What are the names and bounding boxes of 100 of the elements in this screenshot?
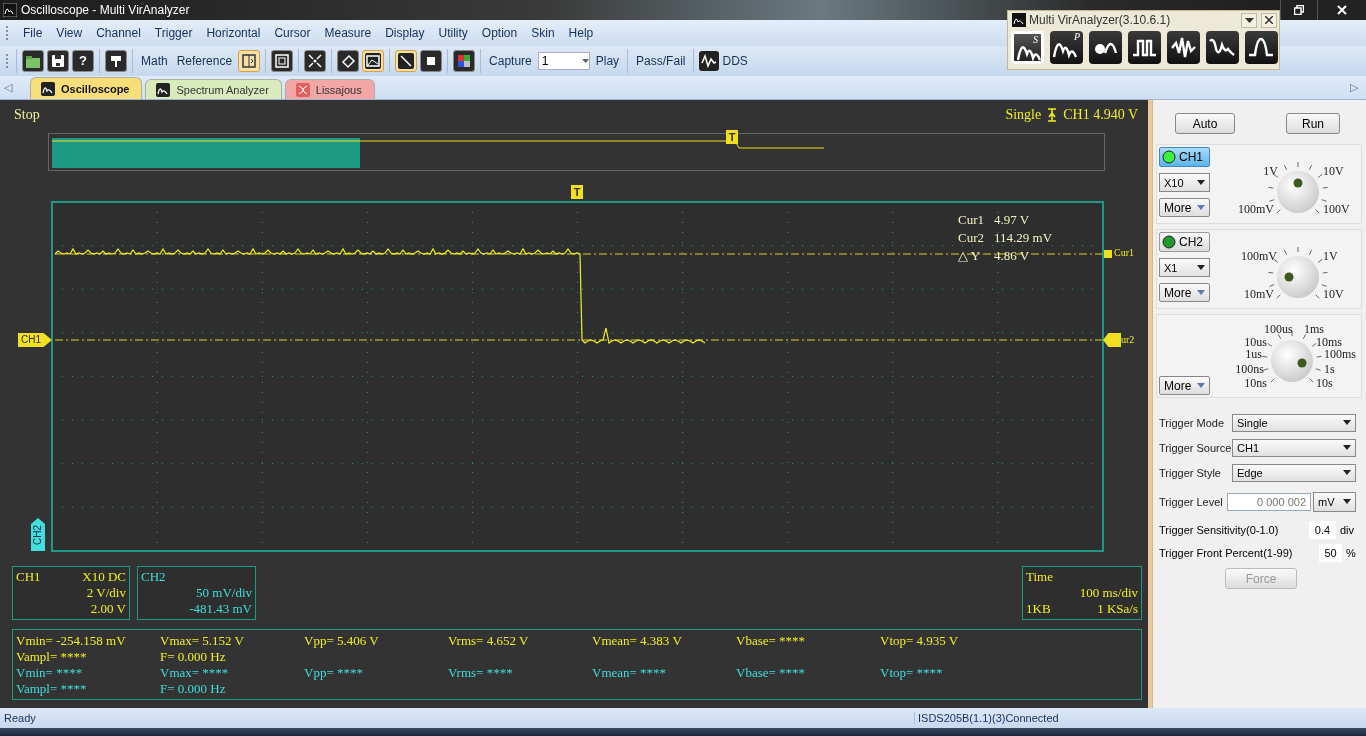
menu-item[interactable]: File xyxy=(16,26,50,40)
restore-button[interactable] xyxy=(1280,0,1317,20)
toolbar-label: Capture xyxy=(488,54,533,68)
decay-wave-icon[interactable] xyxy=(1206,31,1239,64)
more-button[interactable]: More xyxy=(1159,376,1210,395)
measurement-value: Vbase= **** xyxy=(736,633,807,649)
ch1-marker[interactable]: CH1 xyxy=(18,333,52,347)
field-label: Trigger Sensitivity(0-1.0) xyxy=(1159,523,1280,536)
help-icon[interactable]: ? xyxy=(72,50,94,72)
lissajous-icon xyxy=(295,82,310,97)
menu-item[interactable]: Help xyxy=(561,26,601,40)
pulse-icon[interactable] xyxy=(1245,31,1278,64)
cursor-line[interactable] xyxy=(54,339,1103,341)
burst-wave-icon[interactable] xyxy=(1167,31,1200,64)
cursor-label: ur2 xyxy=(1121,333,1135,347)
cursor-line[interactable] xyxy=(54,253,1103,255)
dial-label: 100ms xyxy=(1324,348,1356,361)
panel-value: 2.00 V xyxy=(90,601,126,617)
more-button[interactable]: More xyxy=(1159,198,1210,217)
run-button[interactable]: Run xyxy=(1286,113,1340,134)
more-button[interactable]: More xyxy=(1159,283,1210,302)
measurement-value: Vrms= 4.652 V xyxy=(448,633,530,649)
frame-icon[interactable] xyxy=(271,50,294,72)
tag-icon[interactable] xyxy=(337,50,360,72)
line-icon[interactable] xyxy=(395,50,418,72)
trigger-source-select[interactable]: CH1 xyxy=(1232,438,1356,457)
split-panel-icon[interactable] xyxy=(238,50,261,72)
menu-item[interactable]: Display xyxy=(378,26,432,40)
unit-select[interactable]: mV xyxy=(1313,491,1356,512)
front-percent-field[interactable]: 50 xyxy=(1319,543,1342,562)
arrows-in-icon[interactable] xyxy=(304,50,327,72)
menu-item[interactable]: Option xyxy=(474,26,525,40)
hammer-icon[interactable] xyxy=(105,50,127,72)
dial-label: 10s xyxy=(1316,377,1333,390)
caret-icon xyxy=(1343,499,1351,504)
field-label: Trigger Level xyxy=(1159,495,1224,508)
field-label: Trigger Mode xyxy=(1159,416,1225,429)
menu-item[interactable]: Utility xyxy=(431,26,475,40)
measurement-value: Vmin= **** xyxy=(16,665,84,681)
close-button[interactable] xyxy=(1261,12,1277,28)
probe-select[interactable]: X10 xyxy=(1159,173,1210,192)
scroll-left-button[interactable]: ◁ xyxy=(4,81,30,94)
ch2-marker[interactable]: CH2 xyxy=(31,518,45,551)
menu-item[interactable]: View xyxy=(49,26,90,40)
square-wave-icon[interactable] xyxy=(1128,31,1161,64)
tab[interactable]: Lissajous xyxy=(284,79,375,99)
cursor-handle[interactable] xyxy=(1104,250,1112,258)
window-title: Multi VirAnalyzer(3.10.6.1) xyxy=(1029,13,1171,27)
caret-icon xyxy=(1197,265,1205,270)
channel-button[interactable]: CH1 xyxy=(1159,147,1210,167)
sensitivity-field[interactable]: 0.4 xyxy=(1309,520,1336,539)
tab[interactable]: Spectrum Analyzer xyxy=(145,79,282,99)
dds-button[interactable]: DDS xyxy=(699,51,748,71)
field-label: Trigger Style xyxy=(1159,466,1222,479)
toolbar-button[interactable]: Reference xyxy=(173,54,236,68)
channel-button[interactable]: CH2 xyxy=(1159,232,1210,252)
scroll-right-button[interactable]: ▷ xyxy=(1350,81,1366,94)
dropdown-button[interactable] xyxy=(1241,12,1257,28)
probe-select[interactable]: X1 xyxy=(1159,258,1210,277)
image-icon[interactable] xyxy=(362,50,385,72)
dial-label: 100mV xyxy=(1241,250,1277,263)
app-icon xyxy=(1012,13,1026,27)
stop-icon[interactable] xyxy=(420,50,443,72)
toolbar-button[interactable]: Math xyxy=(138,54,171,68)
color-grid-icon[interactable] xyxy=(453,50,476,72)
panel-value: 100 ms/div xyxy=(1079,585,1138,601)
menu-item[interactable]: Skin xyxy=(524,26,562,40)
cursor-readout-label: Cur2 xyxy=(958,229,985,246)
dial-label: 10V xyxy=(1323,288,1344,301)
capture-select[interactable]: 1 xyxy=(537,52,590,70)
trigger-marker[interactable]: T xyxy=(571,185,583,199)
caret-icon xyxy=(1197,383,1205,388)
toolbar-button[interactable]: Pass/Fail xyxy=(633,54,689,68)
close-button[interactable] xyxy=(1317,0,1366,20)
trigger-mode-select[interactable]: Single xyxy=(1232,413,1356,432)
caret-icon xyxy=(581,59,589,63)
measurement-value: Vbase= **** xyxy=(736,665,807,681)
toolbar-button[interactable]: Play xyxy=(592,54,623,68)
p-wave-icon[interactable]: P xyxy=(1050,31,1083,64)
tab[interactable]: Oscilloscope xyxy=(30,77,143,99)
menu-item[interactable]: Channel xyxy=(89,26,148,40)
menu-item[interactable]: Cursor xyxy=(267,26,318,40)
menu-item[interactable]: Measure xyxy=(317,26,379,40)
window-title: Oscilloscope - Multi VirAnalyzer xyxy=(21,3,190,17)
led-icon xyxy=(1162,235,1176,249)
measurement-value: Vampl= **** xyxy=(16,649,88,665)
cursor-handle[interactable] xyxy=(1103,333,1121,347)
menu-item[interactable]: Horizontal xyxy=(199,26,268,40)
caret-icon xyxy=(1197,205,1205,210)
measurement-value: Vmin= -254.158 mV xyxy=(16,633,127,649)
folder-icon[interactable] xyxy=(22,50,44,72)
measurement-value: Vtop= **** xyxy=(880,665,944,681)
dial-label: 1s xyxy=(1324,363,1335,376)
s-wave-icon[interactable]: S xyxy=(1011,31,1044,64)
trigger-style-select[interactable]: Edge xyxy=(1232,463,1356,482)
auto-button[interactable]: Auto xyxy=(1175,113,1235,134)
dial-label: 10mV xyxy=(1244,288,1274,301)
trigger-level-field[interactable]: 0 000 002 xyxy=(1227,492,1311,511)
menu-item[interactable]: Trigger xyxy=(147,26,200,40)
save-icon[interactable] xyxy=(47,50,69,72)
